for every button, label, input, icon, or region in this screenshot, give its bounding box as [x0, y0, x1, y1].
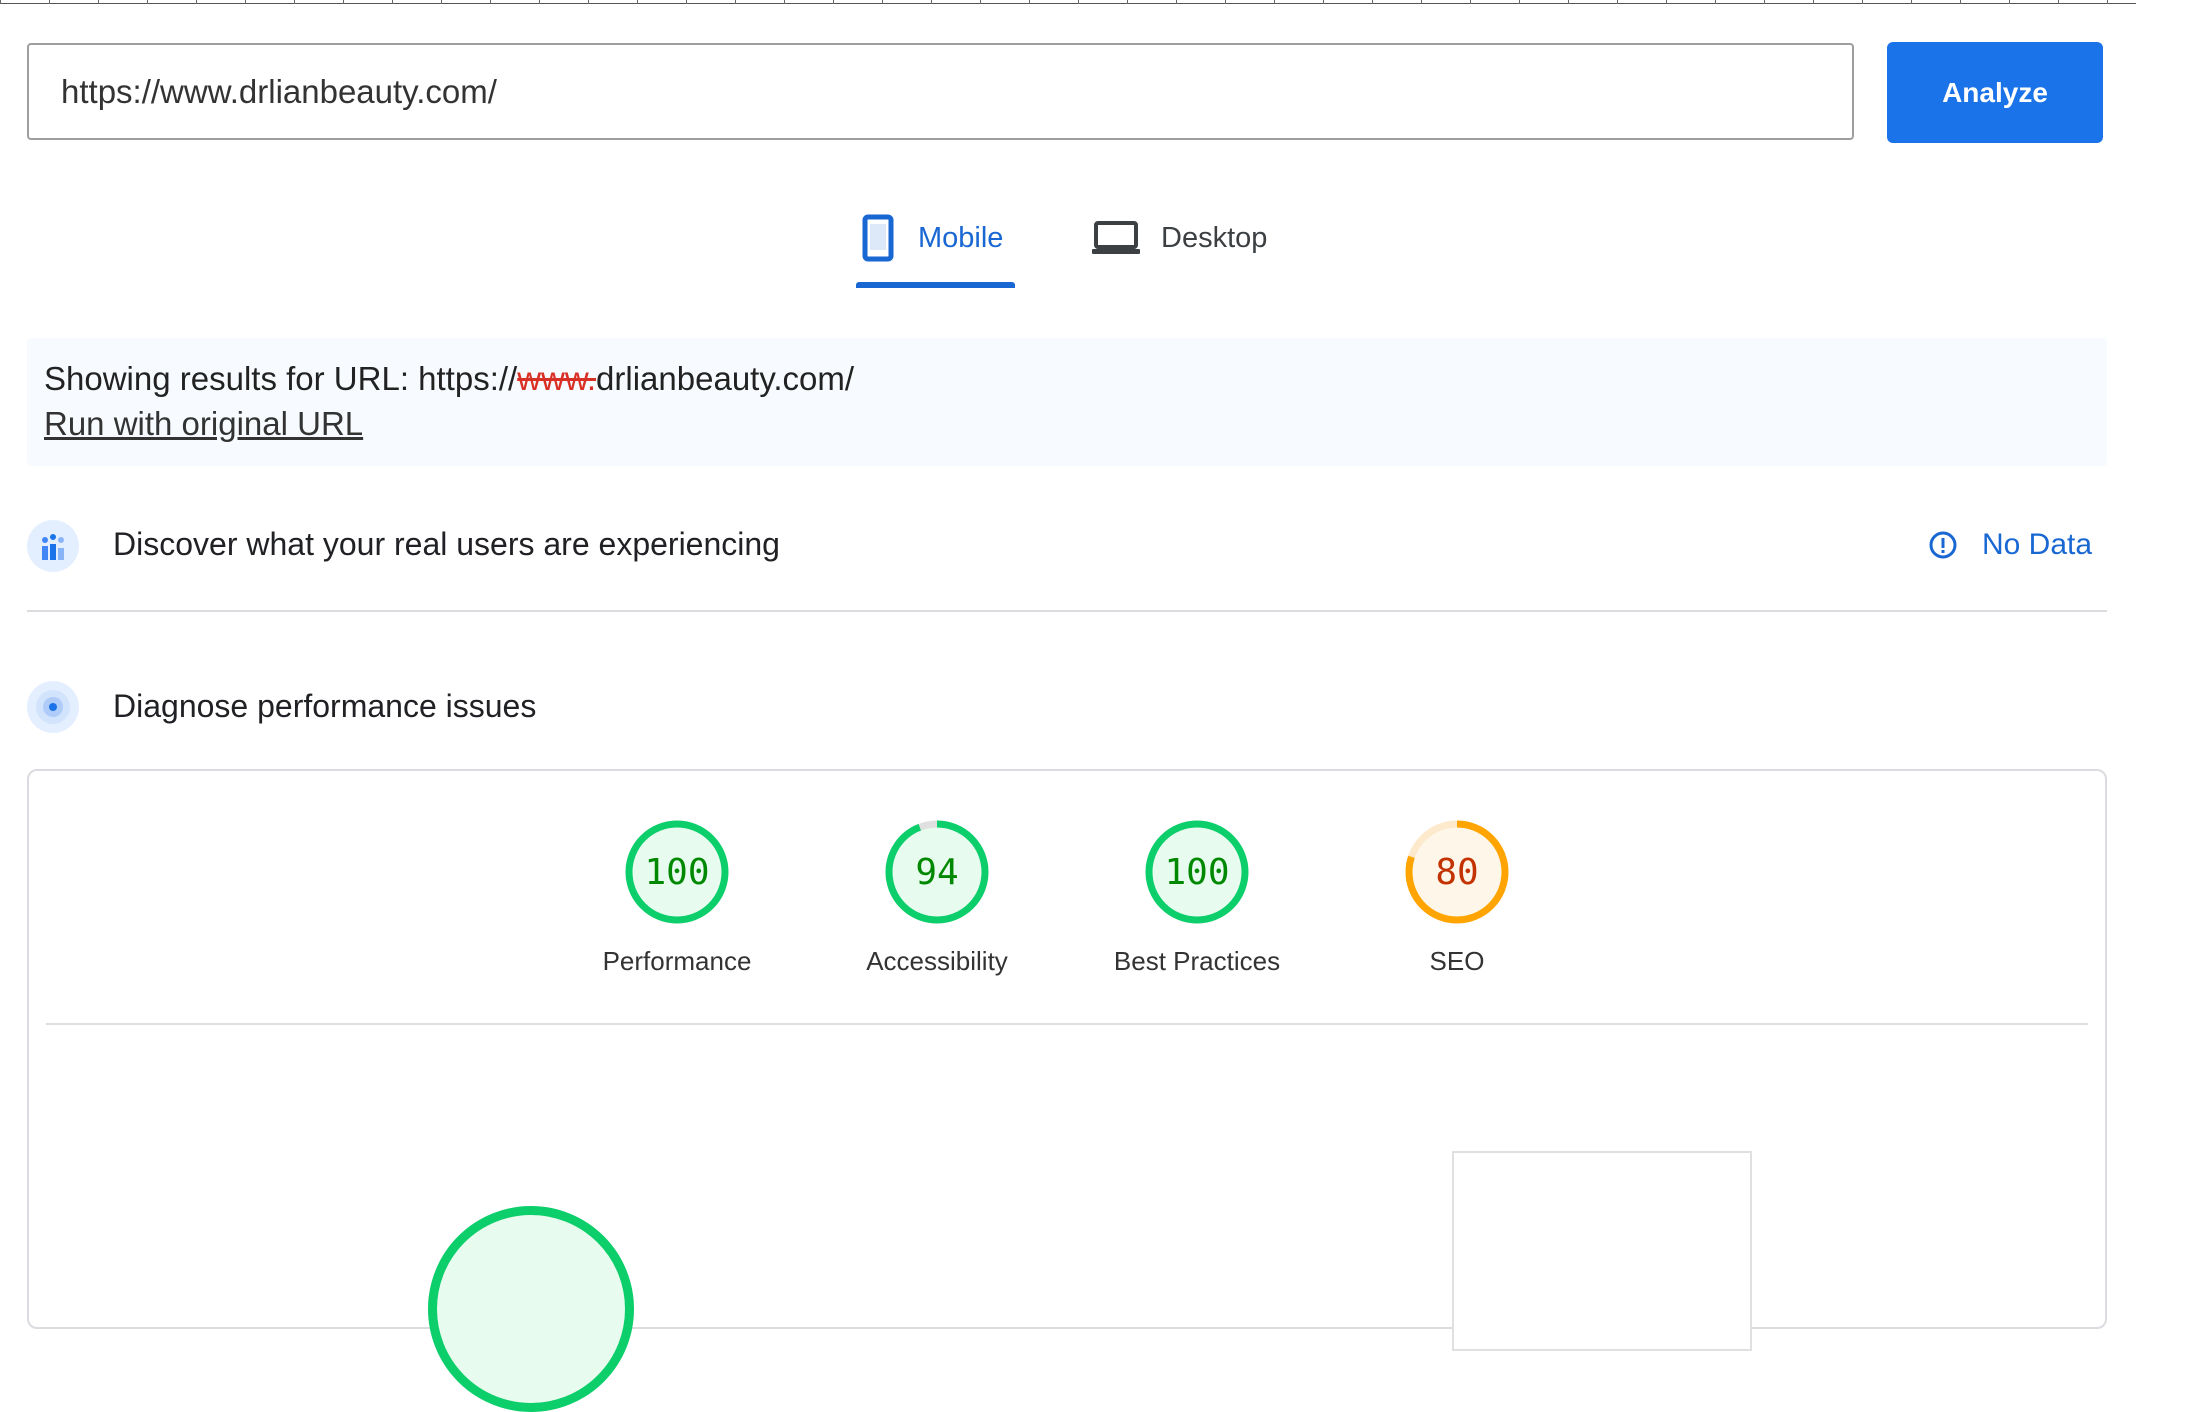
gauge-score: 94 — [915, 851, 959, 893]
laptop-icon — [1091, 220, 1141, 256]
gauge-score: 80 — [1435, 851, 1479, 893]
section-divider — [27, 610, 2107, 612]
gauge-ring: 100 — [625, 820, 729, 924]
gauge-performance[interactable]: 100 Performance — [587, 820, 767, 977]
performance-large-gauge — [428, 1206, 634, 1412]
url-notice-text: Showing results for URL: https://www.drl… — [44, 360, 854, 398]
notice-suffix: drlianbeauty.com/ — [596, 360, 855, 397]
diagnose-icon — [27, 681, 79, 733]
gauge-label: Performance — [602, 946, 752, 976]
notice-struck-prefix: www. — [517, 360, 597, 397]
smartphone-icon — [862, 214, 894, 262]
gauge-ring: 100 — [1145, 820, 1249, 924]
tab-mobile-label: Mobile — [918, 221, 1004, 254]
field-data-title: Discover what your real users are experi… — [113, 526, 780, 562]
tab-desktop-label: Desktop — [1161, 221, 1268, 254]
gauge-ring: 94 — [885, 820, 989, 924]
gauge-label: SEO — [1429, 946, 1485, 976]
gauge-score: 100 — [1164, 851, 1230, 893]
no-data-label: No Data — [1982, 528, 2093, 561]
url-notice-box — [27, 338, 2107, 466]
tab-desktop[interactable]: Desktop — [1091, 208, 1267, 268]
gauge-accessibility[interactable]: 94 Accessibility — [847, 820, 1027, 977]
gauge-best-practices[interactable]: 100 Best Practices — [1107, 820, 1287, 977]
tab-mobile[interactable]: Mobile — [862, 208, 1003, 268]
gauge-ring: 80 — [1405, 820, 1509, 924]
card-divider — [46, 1023, 2088, 1025]
gauge-seo[interactable]: 80 SEO — [1367, 820, 1547, 977]
gauge-label: Accessibility — [866, 946, 1008, 976]
ruler-ticks — [0, 0, 2136, 4]
page-screenshot-thumbnail — [1452, 1151, 1752, 1351]
users-chart-icon — [27, 520, 79, 572]
run-original-url-link[interactable]: Run with original URL — [44, 405, 363, 443]
no-data-status[interactable]: No Data — [1928, 528, 2092, 562]
lab-data-title: Diagnose performance issues — [113, 688, 537, 724]
analyze-button[interactable]: Analyze — [1887, 42, 2103, 143]
gauge-score: 100 — [644, 851, 710, 893]
gauge-label: Best Practices — [1113, 946, 1281, 976]
scores-card — [27, 769, 2107, 1329]
active-tab-indicator — [856, 282, 1015, 288]
notice-prefix: Showing results for URL: https:// — [44, 360, 518, 397]
url-input[interactable] — [27, 43, 1854, 140]
info-icon — [1928, 530, 1958, 560]
